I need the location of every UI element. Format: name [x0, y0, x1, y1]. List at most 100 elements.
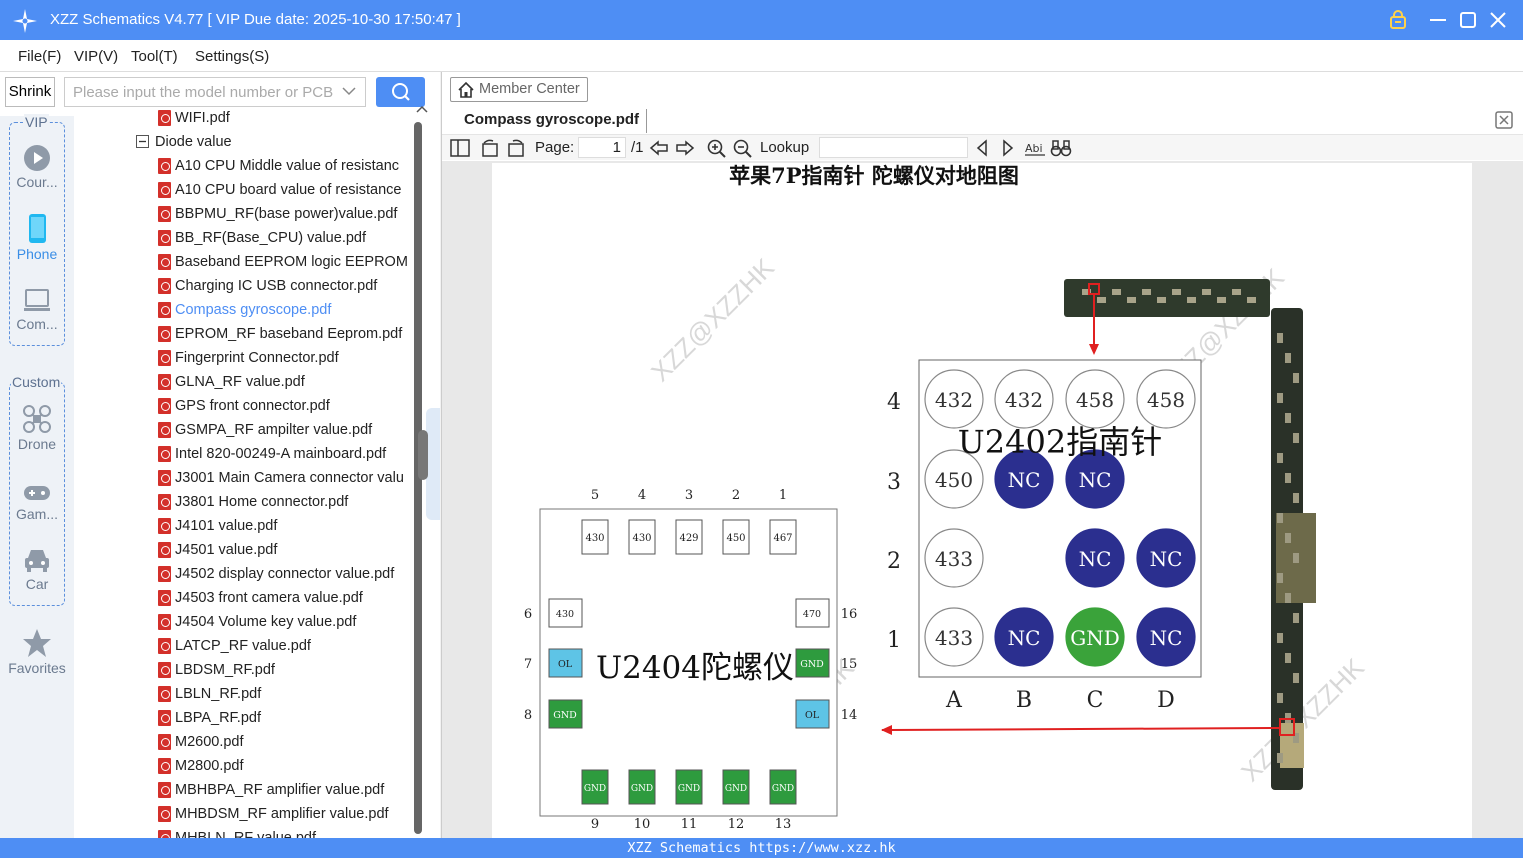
- tree-file-item[interactable]: Intel 820-00249-A mainboard.pdf: [74, 442, 408, 466]
- scroll-up-icon[interactable]: [416, 104, 428, 114]
- tree-file-label: Baseband EEPROM logic EEPROM.: [175, 254, 408, 270]
- tree-file-item[interactable]: M2800.pdf: [74, 754, 408, 778]
- chevron-down-icon[interactable]: [342, 86, 356, 96]
- tree-file-item[interactable]: GLNA_RF value.pdf: [74, 370, 408, 394]
- tree-file-item[interactable]: A10 CPU board value of resistance: [74, 178, 408, 202]
- minimize-icon[interactable]: [1426, 8, 1450, 32]
- tree-file-item[interactable]: MHBDSM_RF amplifier value.pdf: [74, 802, 408, 826]
- tree-file-item[interactable]: GPS front connector.pdf: [74, 394, 408, 418]
- sidebar-item-game[interactable]: Gam...: [0, 482, 74, 522]
- find-next-icon[interactable]: [999, 138, 1017, 158]
- tree-file-item[interactable]: Baseband EEPROM logic EEPROM.: [74, 250, 408, 274]
- tree-file-item[interactable]: J4503 front camera value.pdf: [74, 586, 408, 610]
- board-component: [1293, 373, 1299, 383]
- pin-value: GND: [678, 784, 700, 794]
- pdf-file-icon: [158, 110, 171, 126]
- tree-file-item[interactable]: WIFI.pdf: [74, 108, 408, 130]
- pin-number: 1: [779, 488, 787, 503]
- sidebar-item-favorites[interactable]: Favorites: [0, 628, 74, 676]
- ball-value: NC: [1008, 626, 1041, 650]
- maximize-icon[interactable]: [1456, 8, 1480, 32]
- tree-file-label: A10 CPU Middle value of resistanc: [175, 158, 400, 174]
- col-label: D: [1157, 688, 1175, 713]
- tree-file-item[interactable]: Fingerprint Connector.pdf: [74, 346, 408, 370]
- tree-file-item[interactable]: BBPMU_RF(base power)value.pdf: [74, 202, 408, 226]
- tree-file-item[interactable]: J4502 display connector value.pdf: [74, 562, 408, 586]
- tree-file-item[interactable]: J3001 Main Camera connector valu: [74, 466, 408, 490]
- prev-page-icon[interactable]: [649, 138, 669, 158]
- close-icon[interactable]: [1486, 8, 1510, 32]
- next-page-icon[interactable]: [675, 138, 695, 158]
- tree-file-item[interactable]: A10 CPU Middle value of resistanc: [74, 154, 408, 178]
- tree-file-item[interactable]: Charging IC USB connector.pdf: [74, 274, 408, 298]
- search-input[interactable]: Please input the model number or PCB: [64, 77, 366, 107]
- binoculars-icon[interactable]: [1050, 138, 1072, 158]
- board-component: [1277, 453, 1283, 463]
- sidebar-toggle-icon[interactable]: [450, 138, 470, 158]
- tab-compass-gyroscope[interactable]: Compass gyroscope.pdf: [454, 109, 647, 133]
- sidebar-item-drone[interactable]: Drone: [0, 404, 74, 452]
- tree-file-label: GSMPA_RF ampilter value.pdf: [175, 422, 373, 438]
- tree-file-item[interactable]: GSMPA_RF ampilter value.pdf: [74, 418, 408, 442]
- sidebar-item-computer[interactable]: Com...: [0, 286, 74, 332]
- schematic-figure: 苹果7P指南针 陀螺仪对地阻图XZZ@XZZHKXZZ@XZZHKXZZ@XZZ…: [524, 163, 1370, 832]
- rotate-left-icon[interactable]: [480, 138, 500, 158]
- pin-value: 429: [679, 533, 698, 544]
- sidebar-item-courses[interactable]: Cour...: [0, 144, 74, 190]
- tree-file-item[interactable]: EPROM_RF baseband Eeprom.pdf: [74, 322, 408, 346]
- close-tab-icon[interactable]: [1494, 110, 1514, 130]
- menu-file[interactable]: File(F): [18, 48, 61, 65]
- tree-file-item[interactable]: LBLN_RF.pdf: [74, 682, 408, 706]
- splitter-handle[interactable]: [418, 408, 440, 520]
- pin-value: OL: [558, 659, 573, 670]
- zoom-in-icon[interactable]: [706, 138, 726, 158]
- tree-file-item[interactable]: LATCP_RF value.pdf: [74, 634, 408, 658]
- rotate-right-icon[interactable]: [506, 138, 526, 158]
- member-center-button[interactable]: Member Center: [450, 77, 588, 102]
- lookup-input[interactable]: [819, 137, 968, 158]
- document-title: 苹果7P指南针 陀螺仪对地阻图: [729, 163, 1019, 188]
- tree-file-item[interactable]: BB_RF(Base_CPU) value.pdf: [74, 226, 408, 250]
- board-component: [1157, 297, 1166, 303]
- pin-value: 430: [585, 533, 604, 544]
- lock-icon[interactable]: [1386, 8, 1410, 32]
- tree-file-item[interactable]: LBPA_RF.pdf: [74, 706, 408, 730]
- match-case-icon[interactable]: Abi: [1024, 138, 1046, 158]
- collapse-icon[interactable]: [136, 135, 149, 148]
- tree-file-item[interactable]: J4501 value.pdf: [74, 538, 408, 562]
- tree-file-item[interactable]: J3801 Home connector.pdf: [74, 490, 408, 514]
- play-circle-icon: [24, 145, 50, 171]
- document-viewer[interactable]: 苹果7P指南针 陀螺仪对地阻图XZZ@XZZHKXZZ@XZZHKXZZ@XZZ…: [442, 161, 1523, 838]
- page-number-input[interactable]: 1: [578, 137, 626, 158]
- menu-settings[interactable]: Settings(S): [195, 48, 269, 65]
- pdf-file-icon: [158, 806, 171, 822]
- search-button[interactable]: [376, 77, 425, 107]
- board-component: [1293, 493, 1299, 503]
- pdf-file-icon: [158, 422, 171, 438]
- zoom-out-icon[interactable]: [732, 138, 752, 158]
- tree-file-item[interactable]: J4504 Volume key value.pdf: [74, 610, 408, 634]
- find-prev-icon[interactable]: [973, 138, 991, 158]
- menu-vip[interactable]: VIP(V): [74, 48, 118, 65]
- pdf-file-icon: [158, 254, 171, 270]
- pin-value: 467: [773, 533, 792, 544]
- tree-file-item[interactable]: LBDSM_RF.pdf: [74, 658, 408, 682]
- board-component: [1285, 653, 1291, 663]
- tree-file-item[interactable]: MBHBPA_RF amplifier value.pdf: [74, 778, 408, 802]
- sidebar-item-label: Cour...: [16, 174, 58, 190]
- tree-file-label: LBPA_RF.pdf: [175, 710, 261, 726]
- tree-file-item[interactable]: MHBLN_RF value.pdf: [74, 826, 408, 838]
- pdf-file-icon: [158, 374, 171, 390]
- tree-file-label: J4101 value.pdf: [175, 518, 278, 534]
- board-component: [1127, 297, 1136, 303]
- shrink-button[interactable]: Shrink: [5, 77, 55, 107]
- tree-file-item[interactable]: J4101 value.pdf: [74, 514, 408, 538]
- board-component: [1293, 553, 1299, 563]
- tree-file-item[interactable]: Compass gyroscope.pdf: [74, 298, 408, 322]
- pin-number: 10: [634, 817, 651, 832]
- menu-tool[interactable]: Tool(T): [131, 48, 178, 65]
- sidebar-item-car[interactable]: Car: [0, 546, 74, 592]
- tree-file-item[interactable]: M2600.pdf: [74, 730, 408, 754]
- tree-folder[interactable]: Diode value: [74, 130, 408, 154]
- sidebar-item-phone[interactable]: Phone: [0, 214, 74, 262]
